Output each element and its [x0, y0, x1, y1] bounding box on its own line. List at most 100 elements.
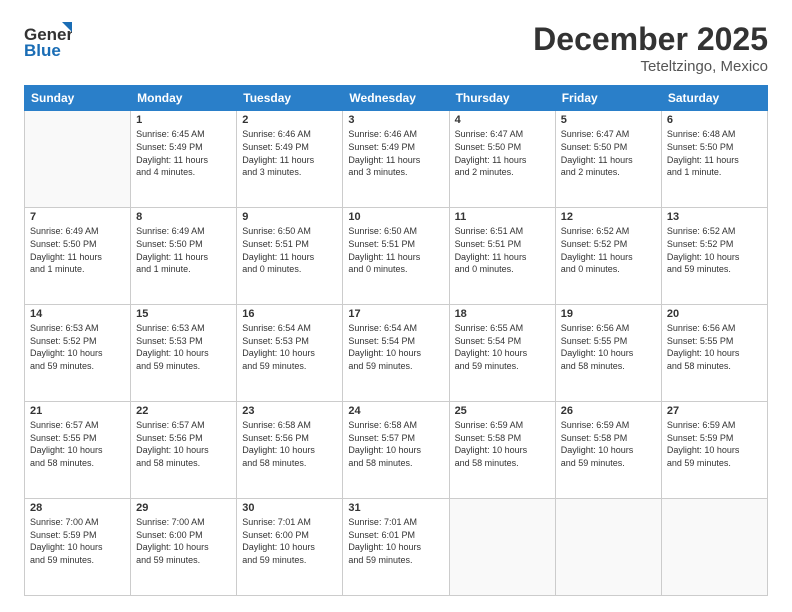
- calendar-cell: 26 Sunrise: 6:59 AM Sunset: 5:58 PM Dayli…: [555, 402, 661, 499]
- calendar-cell: 12 Sunrise: 6:52 AM Sunset: 5:52 PM Dayli…: [555, 208, 661, 305]
- calendar-col-header: Sunday: [25, 86, 131, 111]
- calendar-cell: 17 Sunrise: 6:54 AM Sunset: 5:54 PM Dayli…: [343, 305, 449, 402]
- day-info: Sunrise: 6:57 AM Sunset: 5:55 PM Dayligh…: [30, 419, 125, 469]
- calendar-cell: 10 Sunrise: 6:50 AM Sunset: 5:51 PM Dayli…: [343, 208, 449, 305]
- day-info: Sunrise: 6:56 AM Sunset: 5:55 PM Dayligh…: [667, 322, 762, 372]
- day-number: 8: [136, 211, 231, 223]
- day-info: Sunrise: 6:54 AM Sunset: 5:54 PM Dayligh…: [348, 322, 443, 372]
- calendar-cell: 6 Sunrise: 6:48 AM Sunset: 5:50 PM Daylig…: [661, 111, 767, 208]
- main-title: December 2025: [533, 20, 768, 58]
- day-info: Sunrise: 7:01 AM Sunset: 6:01 PM Dayligh…: [348, 516, 443, 566]
- day-number: 29: [136, 502, 231, 514]
- calendar-col-header: Thursday: [449, 86, 555, 111]
- calendar-cell: 9Sunrise: 6:50 AM Sunset: 5:51 PM Daylig…: [237, 208, 343, 305]
- day-number: 15: [136, 308, 231, 320]
- day-number: 22: [136, 405, 231, 417]
- day-number: 6: [667, 114, 762, 126]
- day-info: Sunrise: 6:58 AM Sunset: 5:56 PM Dayligh…: [242, 419, 337, 469]
- day-number: 13: [667, 211, 762, 223]
- day-number: 10: [348, 211, 443, 223]
- day-info: Sunrise: 6:45 AM Sunset: 5:49 PM Dayligh…: [136, 128, 231, 178]
- calendar-cell: 29 Sunrise: 7:00 AM Sunset: 6:00 PM Dayli…: [131, 499, 237, 596]
- calendar-row: 1Sunrise: 6:45 AM Sunset: 5:49 PM Daylig…: [25, 111, 768, 208]
- day-number: 4: [455, 114, 550, 126]
- day-number: 30: [242, 502, 337, 514]
- day-info: Sunrise: 6:50 AM Sunset: 5:51 PM Dayligh…: [348, 225, 443, 275]
- day-info: Sunrise: 6:51 AM Sunset: 5:51 PM Dayligh…: [455, 225, 550, 275]
- calendar-cell: [25, 111, 131, 208]
- svg-text:Blue: Blue: [24, 41, 61, 60]
- calendar-cell: 13 Sunrise: 6:52 AM Sunset: 5:52 PM Dayli…: [661, 208, 767, 305]
- calendar-cell: 21 Sunrise: 6:57 AM Sunset: 5:55 PM Dayli…: [25, 402, 131, 499]
- day-info: Sunrise: 6:59 AM Sunset: 5:59 PM Dayligh…: [667, 419, 762, 469]
- day-number: 31: [348, 502, 443, 514]
- logo-icon: General Blue: [24, 20, 72, 60]
- calendar-cell: 18 Sunrise: 6:55 AM Sunset: 5:54 PM Dayli…: [449, 305, 555, 402]
- day-info: Sunrise: 6:47 AM Sunset: 5:50 PM Dayligh…: [455, 128, 550, 178]
- day-number: 12: [561, 211, 656, 223]
- day-info: Sunrise: 6:59 AM Sunset: 5:58 PM Dayligh…: [455, 419, 550, 469]
- calendar-cell: 11Sunrise: 6:51 AM Sunset: 5:51 PM Dayli…: [449, 208, 555, 305]
- day-info: Sunrise: 6:52 AM Sunset: 5:52 PM Dayligh…: [667, 225, 762, 275]
- calendar-row: 7 Sunrise: 6:49 AM Sunset: 5:50 PM Daylig…: [25, 208, 768, 305]
- calendar-cell: 19 Sunrise: 6:56 AM Sunset: 5:55 PM Dayli…: [555, 305, 661, 402]
- day-number: 18: [455, 308, 550, 320]
- day-info: Sunrise: 7:00 AM Sunset: 6:00 PM Dayligh…: [136, 516, 231, 566]
- day-info: Sunrise: 6:48 AM Sunset: 5:50 PM Dayligh…: [667, 128, 762, 178]
- day-info: Sunrise: 6:58 AM Sunset: 5:57 PM Dayligh…: [348, 419, 443, 469]
- day-info: Sunrise: 6:53 AM Sunset: 5:53 PM Dayligh…: [136, 322, 231, 372]
- day-info: Sunrise: 6:46 AM Sunset: 5:49 PM Dayligh…: [348, 128, 443, 178]
- day-number: 2: [242, 114, 337, 126]
- day-number: 14: [30, 308, 125, 320]
- calendar-col-header: Friday: [555, 86, 661, 111]
- calendar-header-row: SundayMondayTuesdayWednesdayThursdayFrid…: [25, 86, 768, 111]
- day-number: 21: [30, 405, 125, 417]
- day-number: 24: [348, 405, 443, 417]
- calendar-cell: [449, 499, 555, 596]
- calendar-cell: [661, 499, 767, 596]
- day-number: 20: [667, 308, 762, 320]
- calendar-cell: 20 Sunrise: 6:56 AM Sunset: 5:55 PM Dayli…: [661, 305, 767, 402]
- calendar-cell: 1Sunrise: 6:45 AM Sunset: 5:49 PM Daylig…: [131, 111, 237, 208]
- calendar-cell: 15 Sunrise: 6:53 AM Sunset: 5:53 PM Dayli…: [131, 305, 237, 402]
- day-info: Sunrise: 6:59 AM Sunset: 5:58 PM Dayligh…: [561, 419, 656, 469]
- calendar-col-header: Monday: [131, 86, 237, 111]
- calendar-cell: 5Sunrise: 6:47 AM Sunset: 5:50 PM Daylig…: [555, 111, 661, 208]
- day-info: Sunrise: 6:52 AM Sunset: 5:52 PM Dayligh…: [561, 225, 656, 275]
- calendar-table: SundayMondayTuesdayWednesdayThursdayFrid…: [24, 85, 768, 596]
- day-number: 7: [30, 211, 125, 223]
- day-info: Sunrise: 6:54 AM Sunset: 5:53 PM Dayligh…: [242, 322, 337, 372]
- page: General Blue December 2025 Teteltzingo, …: [0, 0, 792, 612]
- calendar-row: 28Sunrise: 7:00 AM Sunset: 5:59 PM Dayli…: [25, 499, 768, 596]
- day-info: Sunrise: 6:57 AM Sunset: 5:56 PM Dayligh…: [136, 419, 231, 469]
- day-info: Sunrise: 7:01 AM Sunset: 6:00 PM Dayligh…: [242, 516, 337, 566]
- logo: General Blue: [24, 20, 76, 60]
- calendar-col-header: Tuesday: [237, 86, 343, 111]
- day-info: Sunrise: 6:49 AM Sunset: 5:50 PM Dayligh…: [136, 225, 231, 275]
- calendar-cell: [555, 499, 661, 596]
- day-info: Sunrise: 6:56 AM Sunset: 5:55 PM Dayligh…: [561, 322, 656, 372]
- calendar-cell: 2 Sunrise: 6:46 AM Sunset: 5:49 PM Daylig…: [237, 111, 343, 208]
- calendar-col-header: Wednesday: [343, 86, 449, 111]
- day-number: 3: [348, 114, 443, 126]
- day-number: 17: [348, 308, 443, 320]
- calendar-cell: 31 Sunrise: 7:01 AM Sunset: 6:01 PM Dayli…: [343, 499, 449, 596]
- calendar-cell: 25 Sunrise: 6:59 AM Sunset: 5:58 PM Dayli…: [449, 402, 555, 499]
- day-number: 23: [242, 405, 337, 417]
- day-number: 19: [561, 308, 656, 320]
- day-number: 5: [561, 114, 656, 126]
- day-info: Sunrise: 6:53 AM Sunset: 5:52 PM Dayligh…: [30, 322, 125, 372]
- day-number: 25: [455, 405, 550, 417]
- day-info: Sunrise: 6:46 AM Sunset: 5:49 PM Dayligh…: [242, 128, 337, 178]
- title-block: December 2025 Teteltzingo, Mexico: [533, 20, 768, 75]
- calendar-cell: 16 Sunrise: 6:54 AM Sunset: 5:53 PM Dayli…: [237, 305, 343, 402]
- calendar-cell: 23 Sunrise: 6:58 AM Sunset: 5:56 PM Dayli…: [237, 402, 343, 499]
- day-number: 27: [667, 405, 762, 417]
- day-number: 26: [561, 405, 656, 417]
- calendar-cell: 30 Sunrise: 7:01 AM Sunset: 6:00 PM Dayli…: [237, 499, 343, 596]
- day-number: 16: [242, 308, 337, 320]
- calendar-row: 14 Sunrise: 6:53 AM Sunset: 5:52 PM Dayli…: [25, 305, 768, 402]
- calendar-cell: 8 Sunrise: 6:49 AM Sunset: 5:50 PM Daylig…: [131, 208, 237, 305]
- day-info: Sunrise: 6:55 AM Sunset: 5:54 PM Dayligh…: [455, 322, 550, 372]
- day-number: 9: [242, 211, 337, 223]
